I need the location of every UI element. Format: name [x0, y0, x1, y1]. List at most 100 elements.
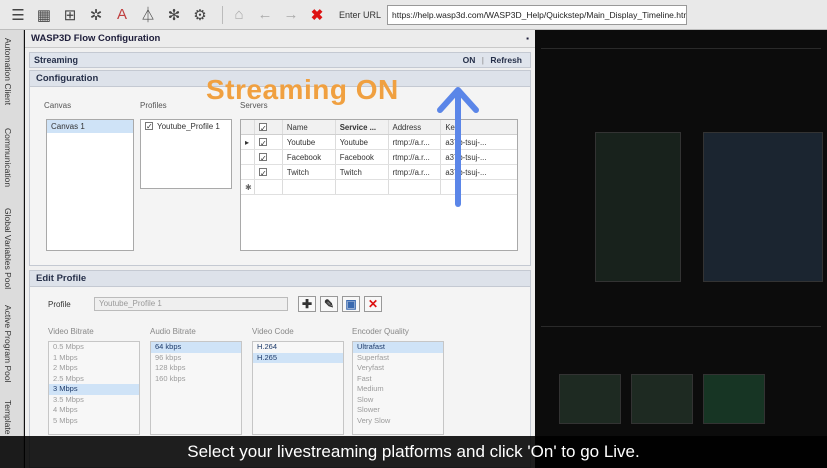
audio-bitrate-option[interactable]: 64 kbps — [151, 342, 241, 353]
on-button[interactable]: ON — [463, 55, 476, 65]
tab-active-program-pool[interactable]: Active Program Pool — [3, 305, 13, 382]
video-bitrate-option[interactable]: 0.5 Mbps — [49, 342, 139, 353]
edit-profile-title: Edit Profile — [30, 271, 530, 287]
profile-label: Profile — [48, 300, 71, 309]
video-bitrate-option[interactable]: 5 Mbps — [49, 416, 139, 427]
table-icon[interactable]: ⊞ — [60, 5, 80, 25]
preview-area — [535, 30, 827, 468]
toolbar: ☰ ▦ ⊞ ✲ A ⏃ ✻ ⚙ ⌂ ← → ✖ Enter URL https:… — [0, 0, 827, 30]
new-row-marker: ✱ — [241, 180, 255, 194]
encoder-quality-label: Encoder Quality — [352, 327, 409, 336]
select-all-checkbox[interactable] — [258, 121, 267, 134]
cell-address[interactable]: rtmp://a.r... — [389, 150, 442, 164]
grid-header-service[interactable]: Service ... — [336, 120, 389, 134]
audio-bitrate-option[interactable]: 128 kbps — [151, 363, 241, 374]
video-bitrate-option[interactable]: 3.5 Mbps — [49, 395, 139, 406]
cell-name[interactable]: Twitch — [283, 165, 336, 179]
video-bitrate-option[interactable]: 1 Mbps — [49, 353, 139, 364]
video-bitrate-option[interactable]: 4 Mbps — [49, 405, 139, 416]
profile-item[interactable]: Youtube_Profile 1 — [141, 120, 231, 133]
edit-profile-button[interactable]: ✎ — [320, 296, 338, 312]
forward-icon[interactable]: → — [281, 5, 301, 25]
save-icon: ▣ — [345, 297, 357, 311]
cell-address[interactable]: rtmp://a.r... — [389, 165, 442, 179]
separator: | — [481, 55, 484, 65]
encoder-quality-option[interactable]: Fast — [353, 374, 443, 385]
encoder-quality-list[interactable]: Ultrafast Superfast Veryfast Fast Medium… — [352, 341, 444, 435]
triangle-tool-icon[interactable]: ⏃ — [138, 5, 158, 25]
cog-icon[interactable]: ✲ — [86, 5, 106, 25]
video-caption: Select your livestreaming platforms and … — [0, 436, 827, 468]
encoder-quality-option[interactable]: Veryfast — [353, 363, 443, 374]
video-bitrate-list[interactable]: 0.5 Mbps 1 Mbps 2 Mbps 2.5 Mbps 3 Mbps 3… — [48, 341, 140, 435]
new-row-cell[interactable] — [389, 180, 442, 194]
divider — [541, 48, 821, 49]
grid-header-marker — [241, 120, 255, 134]
video-thumbnail — [703, 132, 823, 282]
video-code-list[interactable]: H.264 H.265 — [252, 341, 344, 435]
url-input[interactable]: https://help.wasp3d.com/WASP3D_Help/Quic… — [387, 4, 688, 25]
circle-gear-icon[interactable]: ⚙ — [190, 5, 210, 25]
back-icon[interactable]: ← — [255, 5, 275, 25]
grid-header-address[interactable]: Address — [389, 120, 442, 134]
audio-bitrate-list[interactable]: 64 kbps 96 kbps 128 kbps 160 kbps — [150, 341, 242, 435]
encoder-quality-option[interactable]: Ultrafast — [353, 342, 443, 353]
canvas-item[interactable]: Canvas 1 — [47, 120, 133, 133]
menu-icon[interactable]: ☰ — [8, 5, 28, 25]
encoder-quality-option[interactable]: Medium — [353, 384, 443, 395]
new-row-cell[interactable] — [336, 180, 389, 194]
new-row-cell — [255, 180, 283, 194]
delete-profile-button[interactable]: ✕ — [364, 296, 382, 312]
profile-checkbox[interactable] — [145, 120, 153, 133]
video-code-option[interactable]: H.265 — [253, 352, 343, 363]
home-icon[interactable]: ⌂ — [229, 5, 249, 25]
window-title-text: WASP3D Flow Configuration — [31, 33, 161, 44]
cell-name[interactable]: Facebook — [283, 150, 336, 164]
tab-template[interactable]: Template — [3, 400, 13, 435]
encoder-quality-option[interactable]: Very Slow — [353, 416, 443, 427]
tab-automation-client[interactable]: Automation Client — [3, 38, 13, 105]
refresh-button[interactable]: Refresh — [490, 55, 522, 65]
video-thumbnail — [703, 374, 765, 424]
video-thumbnail — [631, 374, 693, 424]
row-checkbox[interactable] — [258, 151, 267, 164]
cell-service[interactable]: Youtube — [336, 135, 389, 149]
profiles-list[interactable]: Youtube_Profile 1 — [140, 119, 232, 189]
tab-communication[interactable]: Communication — [3, 128, 13, 187]
window-title: WASP3D Flow Configuration ▪ — [25, 30, 535, 48]
cell-service[interactable]: Facebook — [336, 150, 389, 164]
profile-name-field[interactable]: Youtube_Profile 1 — [94, 297, 288, 311]
video-bitrate-option[interactable]: 2 Mbps — [49, 363, 139, 374]
encoder-quality-option[interactable]: Slow — [353, 395, 443, 406]
cell-service[interactable]: Twitch — [336, 165, 389, 179]
streaming-on-annotation: Streaming ON — [206, 74, 399, 105]
pin-icon[interactable]: ▪ — [526, 30, 529, 48]
row-checkbox-cell — [255, 165, 283, 179]
audio-bitrate-option[interactable]: 160 kbps — [151, 374, 241, 385]
cell-name[interactable]: Youtube — [283, 135, 336, 149]
save-profile-button[interactable]: ▣ — [342, 296, 360, 312]
edit-icon: ✎ — [323, 297, 335, 311]
new-row-cell[interactable] — [283, 180, 336, 194]
encoder-quality-option[interactable]: Superfast — [353, 353, 443, 364]
row-checkbox[interactable] — [258, 166, 267, 179]
audio-bitrate-option[interactable]: 96 kbps — [151, 353, 241, 364]
gear-icon[interactable]: ✻ — [164, 5, 184, 25]
canvas-list[interactable]: Canvas 1 — [46, 119, 134, 251]
grid-icon[interactable]: ▦ — [34, 5, 54, 25]
video-code-option[interactable]: H.264 — [253, 342, 343, 353]
add-profile-button[interactable]: ✚ — [298, 296, 316, 312]
video-bitrate-option[interactable]: 2.5 Mbps — [49, 374, 139, 385]
text-style-icon[interactable]: A — [112, 5, 132, 25]
cell-address[interactable]: rtmp://a.r... — [389, 135, 442, 149]
row-checkbox[interactable] — [258, 136, 267, 149]
encoder-quality-option[interactable]: Slower — [353, 405, 443, 416]
video-bitrate-option[interactable]: 3 Mbps — [49, 384, 139, 395]
tab-global-variables-pool[interactable]: Global Variables Pool — [3, 208, 13, 289]
grid-header-name[interactable]: Name — [283, 120, 336, 134]
profile-item-label: Youtube_Profile 1 — [157, 122, 220, 131]
profiles-label: Profiles — [140, 101, 167, 110]
video-thumbnail — [559, 374, 621, 424]
close-icon[interactable]: ✖ — [307, 5, 327, 25]
row-marker: ▸ — [241, 135, 255, 149]
